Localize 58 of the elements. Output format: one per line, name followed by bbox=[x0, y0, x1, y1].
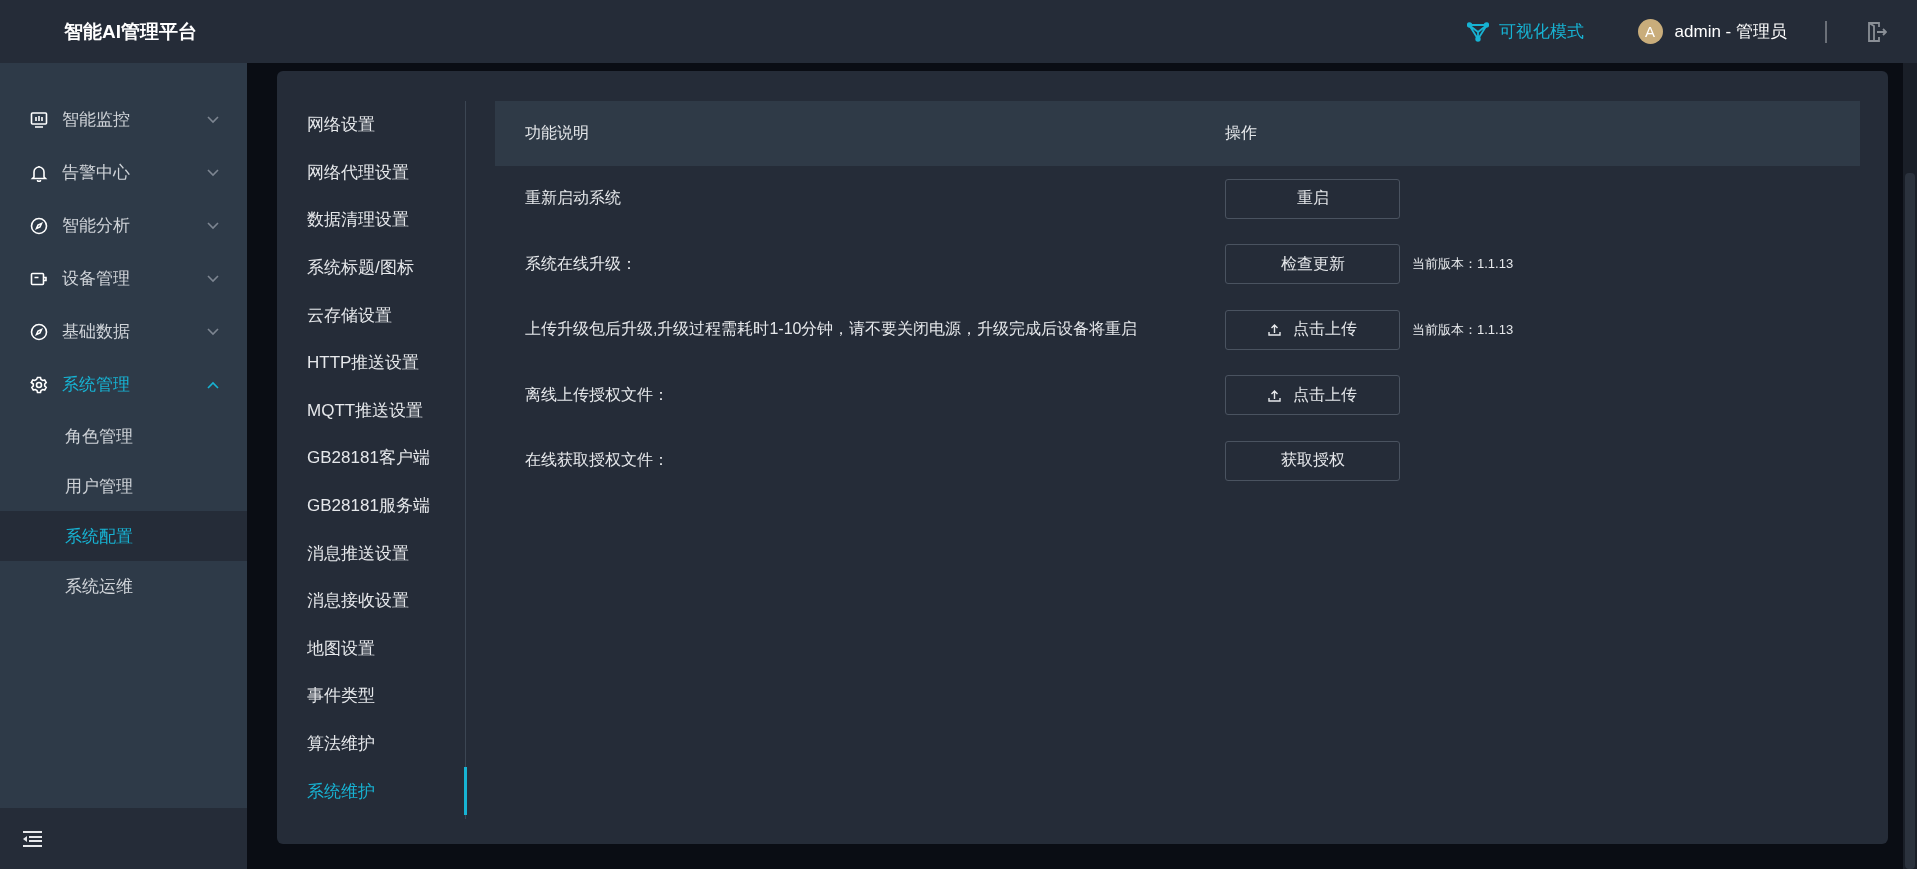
compass-icon bbox=[30, 216, 48, 235]
sidebar-subitem[interactable]: 角色管理 bbox=[0, 411, 247, 461]
settings-menu-item[interactable]: 消息接收设置 bbox=[277, 576, 465, 625]
sidebar-item[interactable]: 系统管理 bbox=[0, 358, 247, 411]
compass-icon bbox=[30, 322, 48, 341]
settings-menu-item[interactable]: GB28181客户端 bbox=[277, 434, 465, 482]
monitor-icon bbox=[30, 110, 48, 129]
chevron-icon bbox=[207, 115, 219, 124]
settings-menu-item[interactable]: HTTP推送设置 bbox=[277, 338, 465, 387]
action-button[interactable]: 获取授权 bbox=[1225, 440, 1400, 481]
triangle-node-icon bbox=[1466, 21, 1489, 42]
chevron-icon bbox=[207, 221, 219, 230]
action-button[interactable]: 检查更新 bbox=[1225, 244, 1400, 285]
settings-menu-item[interactable]: 消息推送设置 bbox=[277, 529, 465, 577]
user-name[interactable]: admin - 管理员 bbox=[1674, 20, 1787, 43]
version-note: 当前版本：1.1.13 bbox=[1412, 320, 1514, 339]
visual-mode-link[interactable]: 可视化模式 bbox=[1466, 20, 1584, 43]
settings-menu-item[interactable]: 算法维护 bbox=[277, 719, 465, 768]
table-cell-text: 上传升级包后升级,升级过程需耗时1-10分钟，请不要关闭电源，升级完成后设备将重启 bbox=[524, 319, 1139, 340]
settings-menu-item[interactable]: 系统维护 bbox=[277, 767, 465, 815]
upload-icon bbox=[1268, 323, 1281, 337]
chevron-icon bbox=[207, 380, 219, 389]
settings-menu-item[interactable]: 云存储设置 bbox=[277, 291, 465, 339]
settings-menu-item[interactable]: 网络代理设置 bbox=[277, 148, 465, 197]
sidebar-item[interactable]: 智能监控 bbox=[0, 93, 247, 146]
sidebar-item[interactable]: 告警中心 bbox=[0, 146, 247, 199]
logout-icon[interactable] bbox=[1867, 20, 1887, 43]
upload-button[interactable]: 点击上传 bbox=[1225, 375, 1400, 416]
action-button[interactable]: 重启 bbox=[1225, 178, 1400, 219]
app-title: 智能AI管理平台 bbox=[64, 19, 198, 44]
collapse-menu-icon[interactable] bbox=[23, 830, 42, 847]
table-cell-text: 在线获取授权文件： bbox=[524, 450, 670, 471]
chevron-icon bbox=[207, 327, 219, 336]
settings-menu-item[interactable]: 地图设置 bbox=[277, 624, 465, 673]
column-header: 功能说明 bbox=[524, 123, 590, 143]
upload-button[interactable]: 点击上传 bbox=[1225, 309, 1400, 350]
settings-menu-item[interactable]: 事件类型 bbox=[277, 672, 465, 720]
upload-icon bbox=[1268, 388, 1281, 402]
settings-menu-item[interactable]: 数据清理设置 bbox=[277, 196, 465, 244]
settings-menu-item[interactable]: GB28181服务端 bbox=[277, 481, 465, 530]
table-cell-text: 离线上传授权文件： bbox=[524, 384, 670, 405]
column-header: 操作 bbox=[1225, 123, 1258, 143]
sidebar-item[interactable]: 设备管理 bbox=[0, 252, 247, 305]
sidebar-item[interactable]: 智能分析 bbox=[0, 199, 247, 252]
table-cell-text: 系统在线升级： bbox=[524, 253, 638, 274]
table-cell-text: 重新启动系统 bbox=[524, 188, 622, 209]
sidebar-subitem[interactable]: 系统配置 bbox=[0, 511, 247, 561]
sidebar-subitem[interactable]: 用户管理 bbox=[0, 461, 247, 511]
sidebar-subitem[interactable]: 系统运维 bbox=[0, 561, 247, 611]
sidebar-item[interactable]: 基础数据 bbox=[0, 305, 247, 358]
chevron-icon bbox=[207, 274, 219, 283]
settings-menu-item[interactable]: 网络设置 bbox=[277, 101, 465, 149]
settings-menu-item[interactable]: 系统标题/图标 bbox=[277, 243, 465, 292]
settings-icon bbox=[30, 375, 48, 394]
bell-icon bbox=[30, 163, 48, 182]
chevron-icon bbox=[207, 168, 219, 177]
version-note: 当前版本：1.1.13 bbox=[1412, 255, 1514, 274]
settings-menu-item[interactable]: MQTT推送设置 bbox=[277, 386, 465, 435]
